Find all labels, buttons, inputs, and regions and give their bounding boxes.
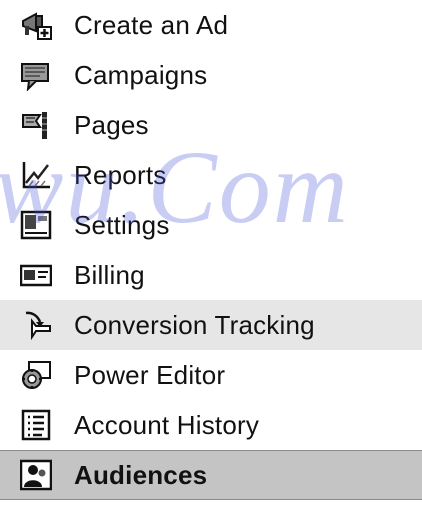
conversion-tracking-icon	[20, 309, 52, 341]
menu-item-create-an-ad[interactable]: Create an Ad	[0, 0, 422, 50]
menu-item-audiences[interactable]: Audiences	[0, 450, 422, 500]
menu-item-account-history[interactable]: Account History	[0, 400, 422, 450]
campaigns-icon	[20, 59, 52, 91]
menu-item-label: Billing	[74, 259, 145, 290]
reports-icon	[20, 159, 52, 191]
menu-item-label: Power Editor	[74, 359, 226, 390]
audiences-icon	[20, 459, 52, 491]
menu-item-label: Audiences	[74, 459, 208, 490]
menu-item-label: Account History	[74, 409, 260, 440]
power-editor-icon	[20, 359, 52, 391]
menu-item-conversion-tracking[interactable]: Conversion Tracking	[0, 300, 422, 350]
billing-icon	[20, 259, 52, 291]
menu-item-pages[interactable]: Pages	[0, 100, 422, 150]
menu-item-settings[interactable]: Settings	[0, 200, 422, 250]
menu-item-power-editor[interactable]: Power Editor	[0, 350, 422, 400]
settings-icon	[20, 209, 52, 241]
create-ad-icon	[20, 9, 52, 41]
menu-item-label: Pages	[74, 109, 149, 140]
account-history-icon	[20, 409, 52, 441]
menu-item-label: Reports	[74, 159, 167, 190]
menu-item-label: Settings	[74, 209, 170, 240]
menu-item-label: Create an Ad	[74, 9, 229, 40]
menu-item-billing[interactable]: Billing	[0, 250, 422, 300]
ads-manager-sidebar-menu: Create an Ad Campaigns Pages Reports Set…	[0, 0, 422, 507]
menu-item-label: Campaigns	[74, 59, 208, 90]
menu-item-reports[interactable]: Reports	[0, 150, 422, 200]
menu-item-campaigns[interactable]: Campaigns	[0, 50, 422, 100]
pages-icon	[20, 109, 52, 141]
menu-item-label: Conversion Tracking	[74, 309, 315, 340]
